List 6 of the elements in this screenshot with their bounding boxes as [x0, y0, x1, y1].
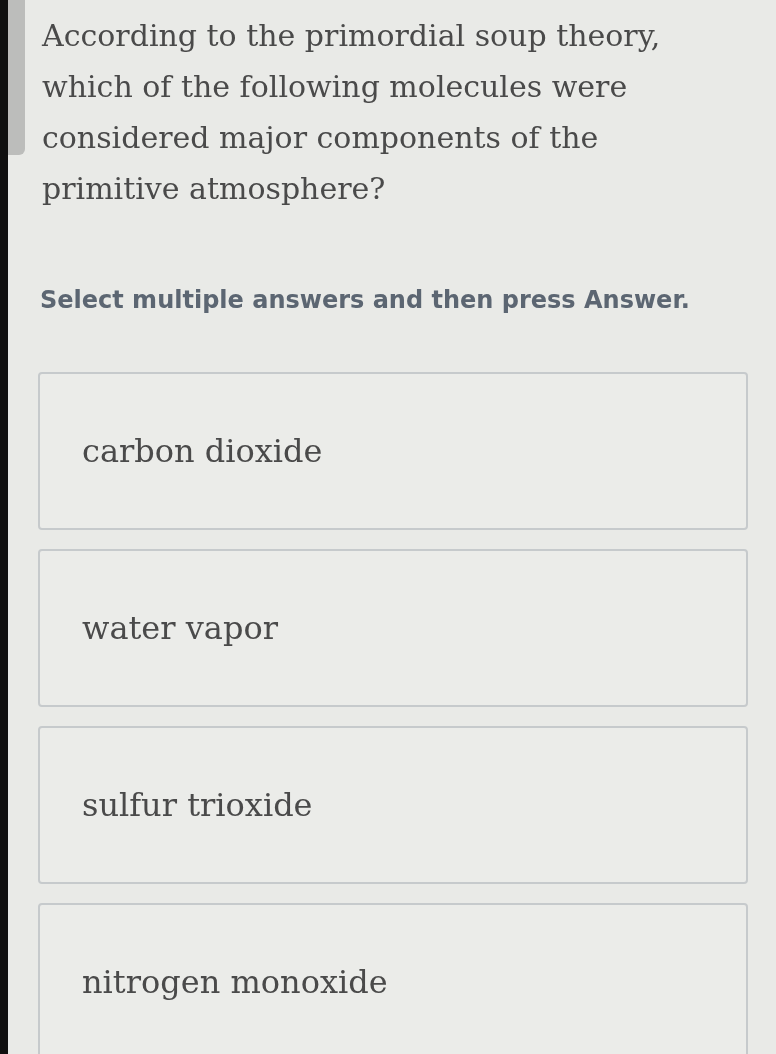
answer-option[interactable]: nitrogen monoxide [38, 903, 748, 1054]
instruction-text: Select multiple answers and then press Answer. [40, 285, 690, 316]
question-text: According to the primordial soup theory, which of the following molecules were considered major components of the primitive atmosphere? [42, 17, 662, 208]
answer-option[interactable]: carbon dioxide [38, 372, 748, 530]
answer-option[interactable]: sulfur trioxide [38, 726, 748, 884]
answer-option[interactable]: water vapor [38, 549, 748, 707]
